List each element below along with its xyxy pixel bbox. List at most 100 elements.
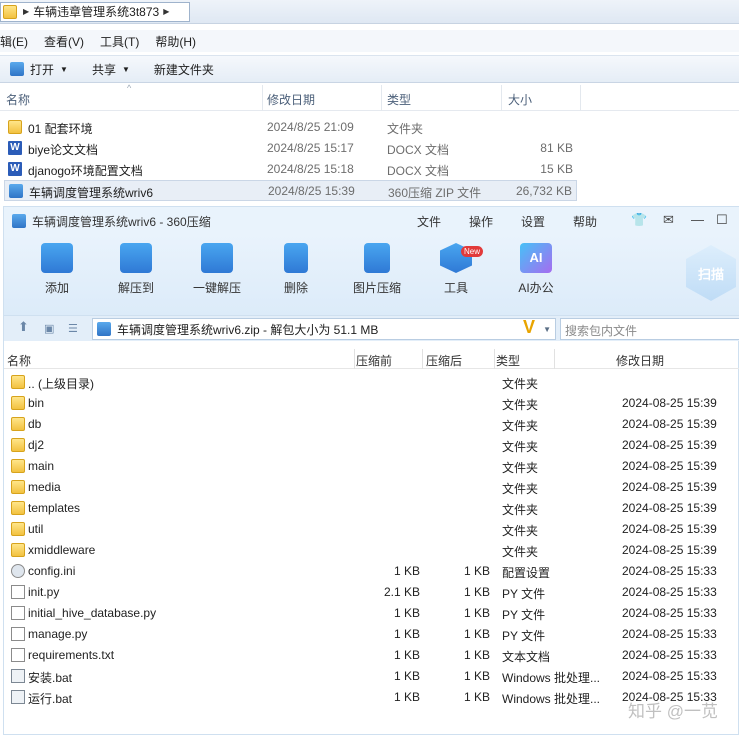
one-click-extract-button[interactable]: 一键解压 (182, 243, 252, 296)
file-name: biye论文文档 (28, 143, 99, 157)
file-name: .. (上级目录) (28, 377, 94, 391)
breadcrumb[interactable]: ▶ 车辆违章管理系统3t873 ▶ (0, 1, 190, 22)
compressed-size: 1 KB (393, 690, 420, 704)
menu-edit[interactable]: 编辑(E) (0, 33, 28, 50)
open-label: 打开 (30, 62, 55, 77)
file-name: xmiddleware (28, 543, 96, 557)
image-compress-icon (364, 243, 390, 273)
new-folder-button[interactable]: 新建文件夹 (154, 61, 214, 78)
file-modified: 2024-08-25 15:39 (622, 480, 717, 494)
table-row[interactable]: templates 文件夹 2024-08-25 15:39 (4, 498, 739, 519)
up-arrow-icon[interactable]: ⬆ (18, 319, 29, 335)
share-label: 共享 (91, 62, 116, 77)
list-item-selected[interactable]: 车辆调度管理系统wriv6 2024/8/25 15:39 360压缩 ZIP … (4, 180, 577, 201)
delete-button[interactable]: 删除 (261, 243, 331, 296)
tools-button[interactable]: New 工具 (421, 243, 491, 296)
table-row[interactable]: dj2 文件夹 2024-08-25 15:39 (4, 435, 739, 456)
add-button[interactable]: 添加 (22, 243, 92, 296)
message-icon[interactable]: ✉ (663, 212, 674, 228)
column-type[interactable]: 类型 (496, 352, 520, 369)
chevron-down-icon: ▼ (121, 64, 130, 74)
breadcrumb-item[interactable]: 车辆违章管理系统3t873 (33, 3, 159, 20)
table-row[interactable]: util 文件夹 2024-08-25 15:39 (4, 519, 739, 540)
file-name: 运行.bat (28, 692, 73, 706)
column-name[interactable]: 名称 (7, 352, 31, 369)
chevron-right-icon: ▶ (23, 7, 30, 16)
zip-menu-operate[interactable]: 操作 (469, 213, 493, 230)
table-row[interactable]: requirements.txt 1 KB 1 KB 文本文档 2024-08-25 1… (4, 645, 739, 666)
menu-view[interactable]: 查看(V) (44, 33, 84, 50)
ai-office-button[interactable]: AI AI办公 (501, 243, 571, 296)
image-compress-button[interactable]: 图片压缩 (342, 243, 412, 296)
file-modified: 2024-08-25 15:39 (622, 459, 717, 473)
file-modified: 2024-08-25 15:33 (622, 627, 717, 641)
file-modified: 2024/8/25 15:39 (268, 184, 355, 198)
maximize-icon[interactable]: ☐ (716, 212, 728, 228)
extract-icon (120, 243, 152, 273)
column-modified[interactable]: 修改日期 (616, 352, 664, 369)
file-modified: 2024-08-25 15:39 (622, 543, 717, 557)
table-row[interactable]: xmiddleware 文件夹 2024-08-25 15:39 (4, 540, 739, 561)
table-row[interactable]: 安装.bat 1 KB 1 KB Windows 批处理... 2024-08-25 1… (4, 666, 739, 687)
list-item[interactable]: 01 配套环境 2024/8/25 21:09 文件夹 (4, 117, 577, 138)
column-size[interactable]: 大小 (508, 91, 532, 108)
file-modified: 2024-08-25 15:39 (622, 417, 717, 431)
chevron-down-icon[interactable]: ▼ (543, 325, 551, 334)
file-modified: 2024-08-25 15:33 (622, 648, 717, 662)
list-view-icon[interactable]: ☰ (68, 322, 78, 335)
scan-button[interactable]: 扫描 (686, 245, 736, 301)
file-name: requirements.txt (28, 648, 115, 662)
share-button[interactable]: 共享 ▼ (92, 61, 130, 78)
chevron-right-icon[interactable]: ▶ (163, 7, 169, 16)
address-bar: ▶ 车辆违章管理系统3t873 ▶ (0, 0, 739, 24)
table-row[interactable]: manage.py 1 KB 1 KB PY 文件 2024-08-25 15:33 (4, 624, 739, 645)
new-folder-label: 新建文件夹 (153, 62, 214, 77)
search-input[interactable]: 搜索包内文件 (560, 318, 739, 340)
file-type: 文件夹 (502, 524, 539, 538)
uncompressed-size: 1 KB (463, 648, 490, 662)
v-icon[interactable]: V (523, 317, 535, 338)
trash-icon (284, 243, 308, 273)
skin-icon[interactable]: 👕 (631, 212, 647, 228)
column-modified[interactable]: 修改日期 (267, 91, 315, 108)
table-row[interactable]: media 文件夹 2024-08-25 15:39 (4, 477, 739, 498)
minimize-icon[interactable]: — (691, 212, 704, 227)
zip-window-title: 车辆调度管理系统wriv6 - 360压缩 (32, 214, 211, 229)
table-row[interactable]: initial_hive_database.py 1 KB 1 KB PY 文件 202… (4, 603, 739, 624)
list-item[interactable]: W biye论文文档 2024/8/25 15:17 DOCX 文档 81 KB (4, 138, 577, 159)
compressed-size: 1 KB (393, 627, 420, 641)
extract-to-button[interactable]: 解压到 (101, 243, 171, 296)
menu-tools[interactable]: 工具(T) (100, 33, 139, 50)
thumbnail-view-icon[interactable]: ▣ (44, 322, 54, 335)
table-row[interactable]: init.py 2.1 KB 1 KB PY 文件 2024-08-25 15:33 (4, 582, 739, 603)
folder-icon (11, 522, 25, 536)
zip-menu-file[interactable]: 文件 (417, 213, 441, 230)
column-type[interactable]: 类型 (387, 91, 411, 108)
file-modified: 2024/8/25 21:09 (267, 120, 354, 134)
column-compressed[interactable]: 压缩前 (356, 352, 392, 369)
sort-ascending-icon: ^ (127, 83, 132, 93)
zip-menu-settings[interactable]: 设置 (521, 213, 545, 230)
compressed-size: 1 KB (393, 648, 420, 662)
table-row[interactable]: config.ini 1 KB 1 KB 配置设置 2024-08-25 15:33 (4, 561, 739, 582)
list-item[interactable]: W djanogo环境配置文档 2024/8/25 15:18 DOCX 文档 … (4, 159, 577, 180)
file-type: DOCX 文档 (387, 164, 450, 178)
zip-column-header: 名称 压缩前 压缩后 类型 修改日期 (4, 349, 739, 369)
scan-label: 扫描 (697, 266, 724, 282)
table-row[interactable]: main 文件夹 2024-08-25 15:39 (4, 456, 739, 477)
file-modified: 2024-08-25 15:39 (622, 522, 717, 536)
file-type: 360压缩 ZIP 文件 (388, 186, 482, 200)
column-name[interactable]: 名称 (6, 91, 30, 108)
column-uncompressed[interactable]: 压缩后 (426, 352, 462, 369)
table-row[interactable]: .. (上级目录) 文件夹 (4, 372, 739, 393)
path-input[interactable]: 车辆调度管理系统wriv6.zip - 解包大小为 51.1 MB V ▼ (92, 317, 556, 340)
table-row[interactable]: db 文件夹 2024-08-25 15:39 (4, 414, 739, 435)
file-name: dj2 (28, 438, 45, 452)
zip-menu-help[interactable]: 帮助 (573, 213, 597, 230)
file-name: manage.py (28, 627, 88, 641)
menu-help[interactable]: 帮助(H) (155, 33, 196, 50)
open-button[interactable]: 打开 ▼ (10, 61, 68, 78)
table-row[interactable]: bin 文件夹 2024-08-25 15:39 (4, 393, 739, 414)
file-name: 安装.bat (28, 671, 73, 685)
extract-to-label: 解压到 (117, 281, 154, 295)
